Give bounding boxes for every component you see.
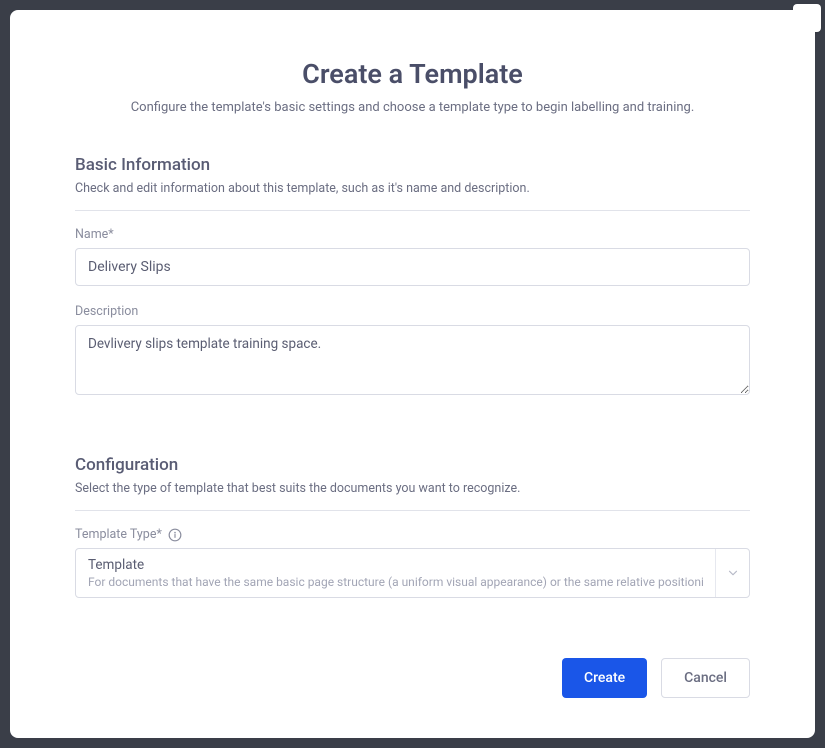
divider [75,510,750,511]
name-input[interactable] [75,248,750,286]
template-type-desc: For documents that have the same basic p… [88,575,703,589]
template-type-label-text: Template Type* [75,527,162,542]
cancel-button[interactable]: Cancel [661,658,750,698]
create-button[interactable]: Create [562,658,647,698]
configuration-title: Configuration [75,455,750,475]
modal-footer: Create Cancel [75,658,750,698]
basic-info-desc: Check and edit information about this te… [75,181,750,196]
modal-subtitle: Configure the template's basic settings … [75,100,750,115]
info-icon[interactable] [168,528,182,542]
configuration-desc: Select the type of template that best su… [75,481,750,496]
name-label: Name* [75,227,750,242]
basic-info-title: Basic Information [75,155,750,175]
template-type-label: Template Type* [75,527,750,542]
template-type-value: Template [88,557,703,573]
template-type-select-content: Template For documents that have the sam… [76,549,715,597]
description-label: Description [75,304,750,319]
template-type-select[interactable]: Template For documents that have the sam… [75,548,750,598]
divider [75,210,750,211]
description-input[interactable]: Devlivery slips template training space. [75,325,750,395]
modal-title: Create a Template [75,58,750,90]
chevron-down-icon [715,549,749,597]
create-template-modal: Create a Template Configure the template… [10,10,815,738]
